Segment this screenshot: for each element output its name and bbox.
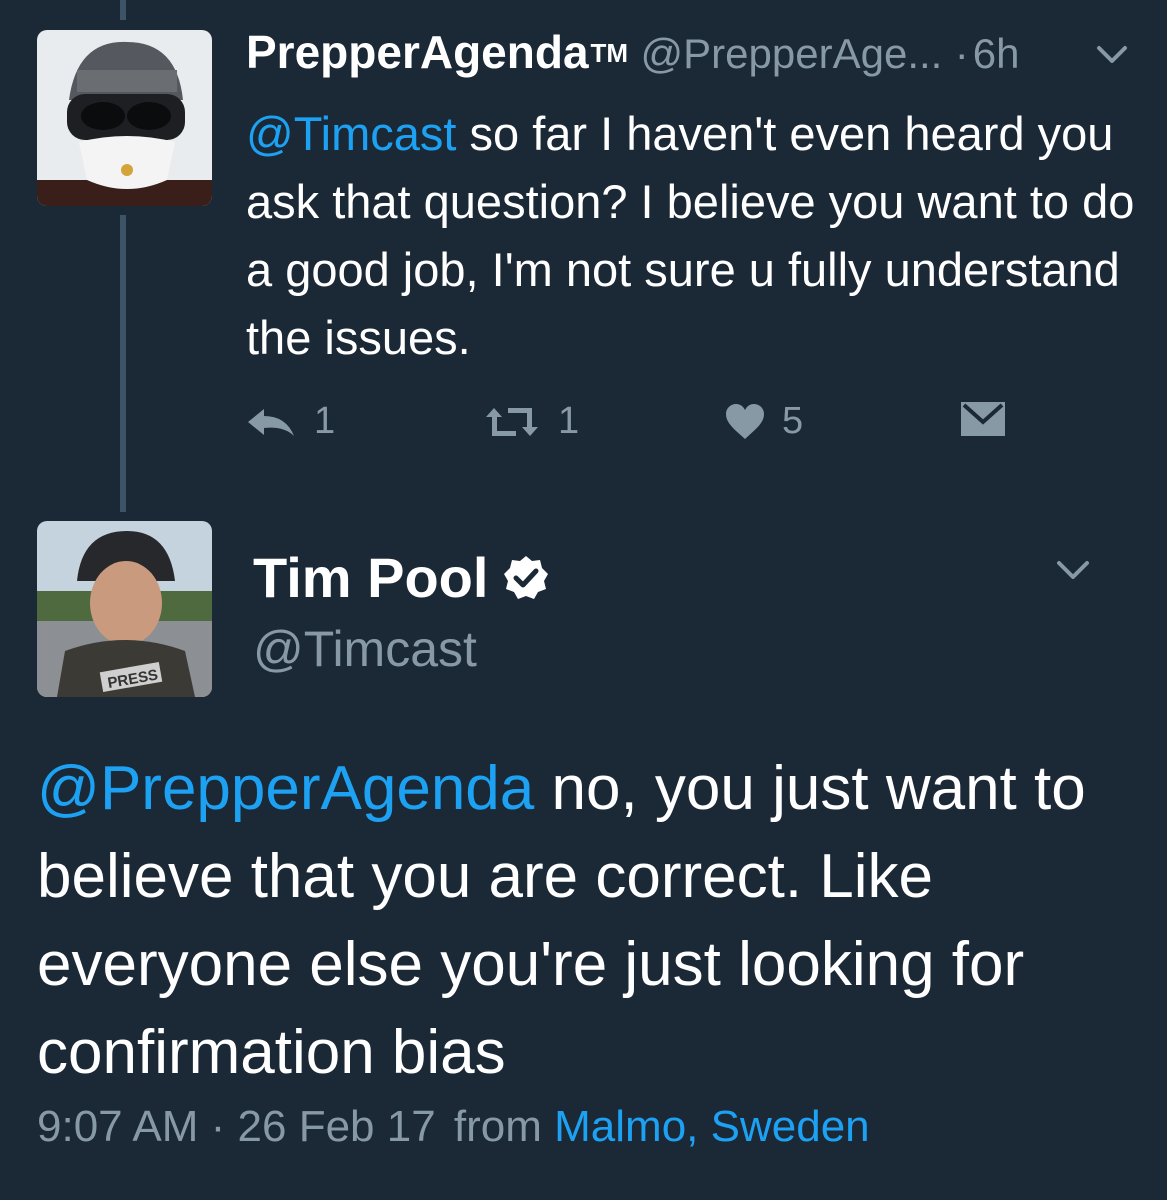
prepperagenda-avatar[interactable] — [37, 30, 212, 206]
reply-author-row: PrepperAgendaTM @PrepperAge... ·6h — [246, 25, 1020, 79]
reply-button[interactable]: 1 — [246, 400, 335, 443]
main-handle[interactable]: @Timcast — [253, 620, 477, 678]
like-button[interactable]: 5 — [724, 400, 803, 443]
reply-action-bar: 1 1 5 — [246, 400, 1046, 450]
retweet-icon — [486, 407, 538, 436]
reply-time[interactable]: 6h — [973, 30, 1020, 77]
reply-handle[interactable]: @PrepperAge... — [641, 30, 943, 77]
main-mention-link[interactable]: @PrepperAgenda — [37, 754, 534, 823]
reply-tweet-text: @Timcast so far I haven't even heard you… — [246, 100, 1146, 372]
reply-mention-link[interactable]: @Timcast — [246, 107, 456, 160]
direct-message-button[interactable] — [960, 400, 1006, 438]
retweet-button[interactable]: 1 — [482, 400, 579, 443]
reply-icon — [248, 408, 294, 436]
reply-time-separator: · — [954, 30, 969, 77]
chevron-down-icon[interactable] — [1095, 42, 1129, 66]
chevron-down-icon[interactable] — [1055, 556, 1091, 582]
thread-line — [120, 215, 126, 512]
reply-display-name[interactable]: PrepperAgenda — [246, 26, 589, 78]
direct-message-icon — [961, 402, 1005, 436]
timestamp[interactable]: 9:07 AM · 26 Feb 17 — [37, 1102, 436, 1151]
heart-icon — [726, 403, 764, 439]
reply-count: 1 — [314, 400, 336, 442]
verified-badge-icon — [504, 555, 549, 599]
main-display-name[interactable]: Tim Pool — [253, 545, 488, 610]
from-label: from — [453, 1102, 542, 1151]
main-author-row: Tim Pool — [253, 545, 550, 610]
tweet-metadata: 9:07 AM · 26 Feb 17 from Malmo, Sweden — [37, 1102, 870, 1152]
timpool-avatar[interactable]: PRESS — [37, 521, 212, 697]
location-link[interactable]: Malmo, Sweden — [554, 1102, 869, 1151]
trademark-symbol: TM — [590, 37, 629, 68]
main-tweet-text: @PrepperAgenda no, you just want to beli… — [37, 745, 1147, 1097]
retweet-count: 1 — [558, 400, 580, 442]
like-count: 5 — [782, 400, 804, 442]
thread-line-top — [120, 0, 126, 20]
